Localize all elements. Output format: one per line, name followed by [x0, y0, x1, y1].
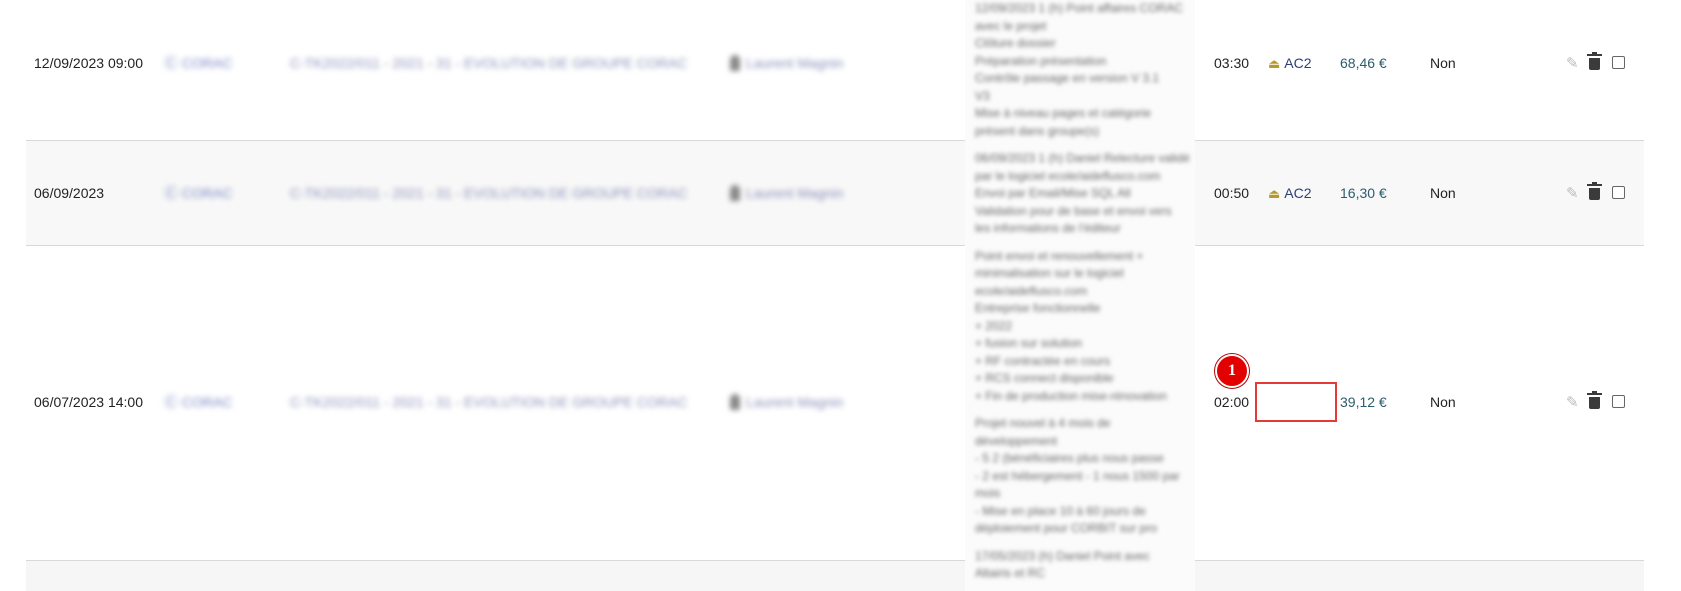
description-line: Point envoi et renouvellement +	[975, 248, 1144, 263]
person-link[interactable]: Laurent Magnin	[730, 393, 843, 411]
description-line: Projet nouvel à 4 mois de	[975, 416, 1111, 430]
date-cell: 12/09/2023 09:00	[34, 55, 143, 71]
person-icon	[730, 55, 740, 71]
project-link[interactable]: C-TK2022/011 - 2021 - 31 - EVOLUTION DE …	[290, 54, 687, 72]
activity-label: AC2	[1284, 55, 1312, 71]
activity-cell: ⏏ AC2	[1268, 184, 1312, 203]
trash-icon[interactable]	[1586, 52, 1602, 70]
date-cell: 06/07/2023 14:00	[34, 394, 143, 410]
person-name: Laurent Magnin	[746, 185, 844, 201]
client-link[interactable]: Ⓒ CORAC	[164, 184, 232, 202]
person-icon	[730, 185, 740, 201]
description-line: les informations de l'éditeur	[975, 221, 1121, 235]
row-checkbox[interactable]	[1611, 186, 1625, 199]
description-line: par le logiciel ecole/aideflusco.com	[975, 168, 1161, 183]
description-line: + RF contractée en cours	[975, 353, 1111, 368]
duration-cell: 02:00	[1214, 394, 1250, 410]
annotation-badge: 1	[1215, 354, 1249, 388]
person-link[interactable]: Laurent Magnin	[730, 54, 843, 72]
description-line: Mise à niveau pages et catégorie	[975, 106, 1152, 120]
bell-icon: ⏏	[1268, 186, 1281, 201]
amount-cell: 68,46 €	[1340, 55, 1387, 71]
description-line: minimalisation sur le logiciel	[975, 266, 1124, 280]
description-text: 12/09/2023 1 (h) Point affaires CORAC av…	[965, 0, 1195, 583]
description-line: Préparation présentation	[975, 53, 1107, 68]
client-link[interactable]: Ⓒ CORAC	[164, 54, 232, 72]
description-line: 06/09/2023 1 (h) Daniel Relecture validé	[975, 151, 1190, 165]
person-name: Laurent Magnin	[746, 55, 844, 71]
description-line: ecole/aideflusco.com	[975, 283, 1088, 298]
client-link[interactable]: Ⓒ CORAC	[164, 393, 232, 411]
pencil-icon[interactable]: ✎	[1566, 394, 1579, 411]
description-line: présent dans groupe(s)	[975, 123, 1100, 138]
duration-cell: 00:50	[1214, 185, 1250, 201]
activity-label: AC2	[1284, 185, 1312, 201]
pencil-icon[interactable]: ✎	[1566, 185, 1579, 202]
description-line: + Fin de production mise-rénovation	[975, 388, 1167, 403]
description-line: Validation pour de base et envoi vers	[975, 203, 1172, 218]
row-checkbox[interactable]	[1611, 395, 1625, 408]
highlight-box	[1255, 382, 1337, 422]
description-line: mois	[975, 486, 1001, 500]
description-line: - 5 2 (bénéficiaires plus nous passe	[975, 451, 1164, 465]
description-line: - 2 est hébergement - 1 nous 1500 par	[975, 468, 1180, 483]
table-row	[26, 561, 1644, 591]
pencil-icon[interactable]: ✎	[1566, 55, 1579, 72]
duration-cell: 03:30	[1214, 55, 1250, 71]
person-name: Laurent Magnin	[746, 394, 844, 410]
description-line: avec le projet	[975, 18, 1047, 33]
description-line: Envoi par Email/Mise SQL All	[975, 186, 1131, 200]
description-column: 12/09/2023 1 (h) Point affaires CORAC av…	[965, 0, 1195, 591]
row-actions: ✎	[1566, 182, 1625, 203]
person-link[interactable]: Laurent Magnin	[730, 184, 843, 202]
amount-cell: 16,30 €	[1340, 185, 1387, 201]
description-line: Altairis et RC	[975, 566, 1046, 580]
description-line: + 2022	[975, 318, 1013, 333]
description-line: V3	[975, 88, 990, 103]
billed-cell: Non	[1430, 394, 1456, 410]
description-line: + fusion sur solution	[975, 336, 1083, 350]
description-line: - Mise en place 10 à 60 jours de	[975, 503, 1146, 518]
bell-icon: ⏏	[1268, 56, 1281, 71]
project-link[interactable]: C-TK2022/011 - 2021 - 31 - EVOLUTION DE …	[290, 393, 687, 411]
amount-cell: 39,12 €	[1340, 394, 1387, 410]
trash-icon[interactable]	[1586, 391, 1602, 409]
trash-icon[interactable]	[1586, 182, 1602, 200]
activity-cell: ⏏ AC2	[1268, 54, 1312, 73]
person-icon	[730, 394, 740, 410]
description-line: 12/09/2023 1 (h) Point affaires CORAC	[975, 1, 1183, 15]
description-line: + RCS connect disponible	[975, 371, 1114, 385]
description-line: 17/05/2023 (h) Daniel Point avec	[975, 548, 1150, 563]
date-cell: 06/09/2023	[34, 185, 105, 201]
billed-cell: Non	[1430, 55, 1456, 71]
description-line: Clôture dossier	[975, 36, 1056, 50]
billed-cell: Non	[1430, 185, 1456, 201]
description-line: déploiement pour CORBIT sur pro	[975, 521, 1157, 535]
row-actions: ✎	[1566, 52, 1625, 73]
project-link[interactable]: C-TK2022/011 - 2021 - 31 - EVOLUTION DE …	[290, 184, 687, 202]
description-line: Entreprise fonctionnelle	[975, 301, 1101, 315]
description-line: Contrôle passage en version V 3.1	[975, 71, 1160, 85]
row-actions: ✎	[1566, 391, 1625, 412]
description-line: développement	[975, 433, 1058, 448]
row-checkbox[interactable]	[1611, 56, 1625, 69]
